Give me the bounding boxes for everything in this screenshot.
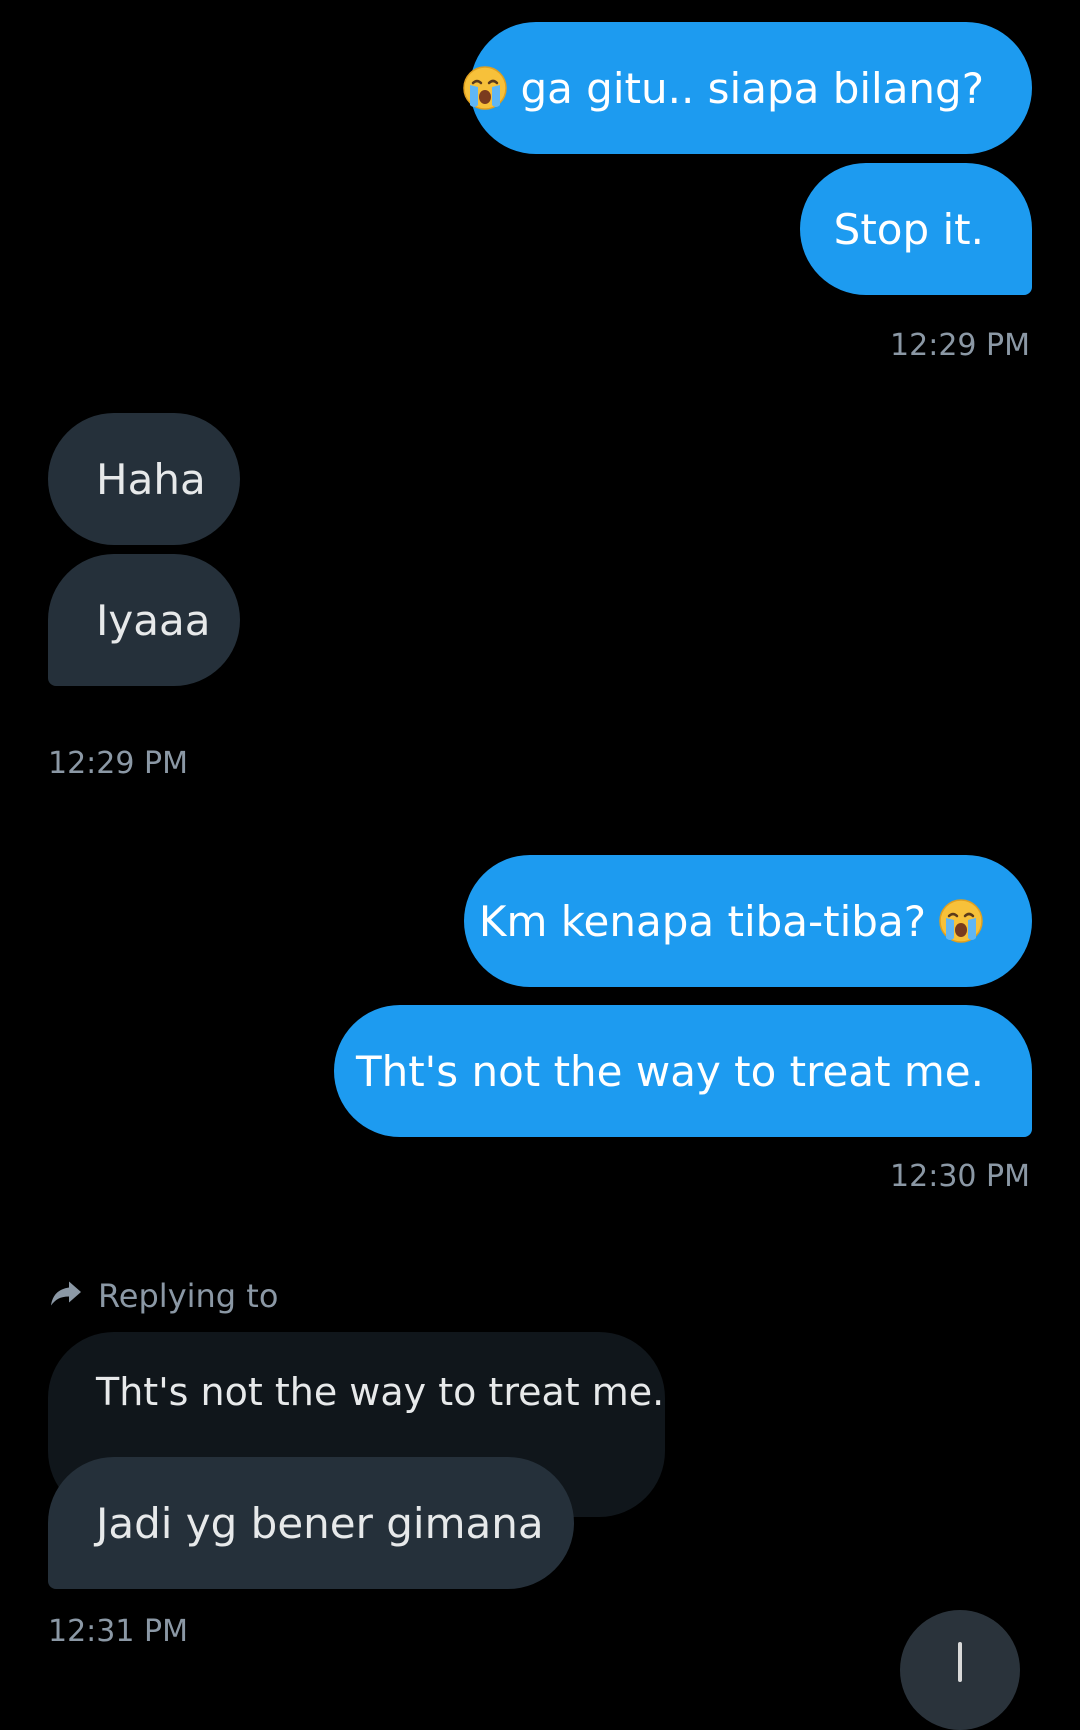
message-bubble-received[interactable]: Haha (48, 413, 240, 545)
reply-arrow-icon (48, 1274, 98, 1318)
message-text: Haha (96, 454, 206, 504)
message-text: Jadi yg bener gimana (96, 1498, 544, 1548)
scroll-down-icon (958, 1642, 962, 1682)
message-text: Iyaaa (96, 595, 211, 645)
message-timestamp: 12:30 PM (890, 1159, 1030, 1194)
message-bubble-sent[interactable]: Tht's not the way to treat me. (334, 1005, 1032, 1137)
message-text: Km kenapa tiba-tiba? (478, 896, 926, 946)
crying-face-emoji-icon (462, 65, 508, 111)
message-bubble-sent[interactable]: Stop it. (800, 163, 1032, 295)
message-text: ga gitu.. siapa bilang? (520, 63, 984, 113)
message-bubble-sent[interactable]: ga gitu.. siapa bilang? (463, 22, 1032, 154)
scroll-down-button[interactable] (900, 1610, 1020, 1730)
message-text: Tht's not the way to treat me. (355, 1046, 984, 1096)
message-bubble-received[interactable]: Jadi yg bener gimana (48, 1457, 574, 1589)
message-timestamp: 12:29 PM (890, 328, 1030, 363)
crying-face-emoji-icon (938, 898, 984, 944)
replying-to-label: Replying to (48, 1276, 278, 1316)
message-bubble-sent[interactable]: Km kenapa tiba-tiba? (464, 855, 1032, 987)
message-bubble-received[interactable]: Iyaaa (48, 554, 240, 686)
quoted-message-text: Tht's not the way to treat me. (96, 1370, 665, 1414)
message-timestamp: 12:29 PM (48, 746, 188, 781)
replying-to-text: Replying to (98, 1277, 279, 1315)
message-text: Stop it. (833, 204, 984, 254)
message-timestamp: 12:31 PM (48, 1614, 188, 1649)
